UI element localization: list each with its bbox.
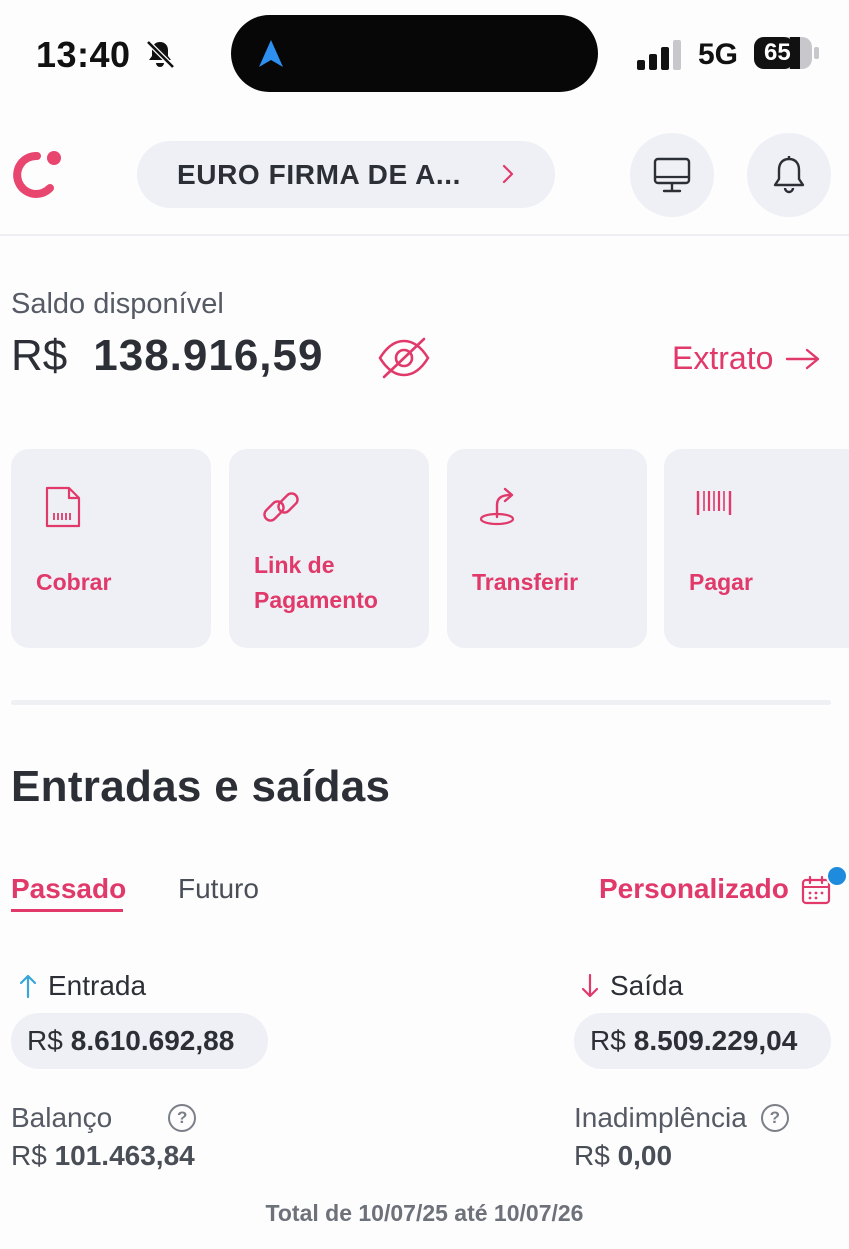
period-range-text: Total de 10/07/25 até 10/07/26	[265, 1200, 584, 1226]
expense-currency: R$	[590, 1025, 626, 1056]
dynamic-island	[231, 15, 598, 92]
invoice-icon	[45, 486, 81, 528]
income-label: Entrada	[18, 970, 146, 1002]
network-type: 5G	[698, 38, 739, 71]
expense-amount: R$ 8.509.229,04	[574, 1013, 831, 1069]
action-label: Link de	[254, 552, 335, 578]
arrow-up-icon	[19, 974, 37, 999]
header-divider	[0, 234, 849, 236]
battery-level: 65	[764, 39, 791, 66]
action-transferir[interactable]: Transferir	[447, 449, 647, 648]
action-link-pagamento[interactable]: Link de Pagamento	[229, 449, 429, 648]
net-balance-value: R$ 101.463,84	[11, 1140, 195, 1172]
desktop-icon	[653, 157, 691, 193]
navigation-arrow-icon	[259, 40, 283, 67]
chevron-right-icon	[502, 164, 514, 184]
barcode-icon	[696, 491, 732, 515]
balance-value: R$ 138.916,59	[11, 331, 323, 381]
notifications-button[interactable]	[747, 133, 831, 217]
notification-dot	[826, 865, 848, 887]
income-label-text: Entrada	[48, 970, 147, 1001]
default-rate-label-text: Inadimplência	[574, 1102, 747, 1133]
balance-currency: R$	[11, 331, 68, 380]
arrow-down-icon	[581, 973, 599, 998]
net-balance-currency: R$	[11, 1140, 47, 1171]
section-divider	[11, 700, 831, 705]
arrow-right-icon	[786, 348, 820, 369]
expense-value: 8.509.229,04	[633, 1025, 798, 1056]
status-time: 13:40	[36, 34, 131, 75]
net-balance-amount: 101.463,84	[54, 1140, 195, 1171]
action-label: Transferir	[472, 569, 579, 595]
help-icon[interactable]: ?	[760, 1104, 789, 1132]
link-icon	[263, 492, 299, 522]
tab-passado[interactable]: Passado	[11, 873, 126, 905]
signal-icon	[637, 40, 681, 70]
bell-slash-icon	[146, 40, 175, 69]
income-currency: R$	[27, 1025, 63, 1056]
action-pagar[interactable]: Pagar	[664, 449, 849, 648]
active-tab-indicator	[11, 909, 123, 912]
action-cobrar[interactable]: Cobrar	[11, 449, 211, 648]
default-rate-value: R$ 0,00	[574, 1140, 672, 1172]
income-amount: R$ 8.610.692,88	[11, 1013, 268, 1069]
desktop-button[interactable]	[630, 133, 714, 217]
bell-icon	[773, 156, 805, 194]
default-rate-label: Inadimplência ?	[574, 1102, 789, 1134]
default-rate-currency: R$	[574, 1140, 610, 1171]
period-filter-button[interactable]: Personalizado	[599, 873, 789, 905]
expense-label-text: Saída	[610, 970, 684, 1001]
balance-amount: 138.916,59	[93, 331, 324, 380]
action-label-line2: Pagamento	[254, 587, 378, 613]
company-name: EURO FIRMA DE A...	[177, 158, 462, 190]
help-icon[interactable]: ?	[168, 1104, 197, 1132]
eye-slash-icon[interactable]	[376, 333, 432, 383]
battery-icon: 65	[754, 36, 820, 70]
balance-label: Saldo disponível	[11, 288, 224, 320]
statement-link[interactable]: Extrato	[672, 340, 821, 377]
statement-label: Extrato	[672, 340, 774, 376]
transfer-icon	[479, 487, 515, 526]
company-selector[interactable]: EURO FIRMA DE A...	[137, 141, 555, 208]
tab-futuro[interactable]: Futuro	[178, 873, 259, 905]
action-label: Cobrar	[36, 569, 112, 595]
expense-label: Saída	[580, 970, 683, 1002]
logo[interactable]	[10, 148, 64, 202]
default-rate-amount: 0,00	[617, 1140, 673, 1171]
net-balance-label-text: Balanço	[11, 1102, 113, 1133]
income-value: 8.610.692,88	[70, 1025, 235, 1056]
net-balance-label: Balanço ?	[11, 1102, 197, 1134]
cashflow-title: Entradas e saídas	[11, 762, 391, 811]
action-label: Pagar	[689, 569, 753, 595]
